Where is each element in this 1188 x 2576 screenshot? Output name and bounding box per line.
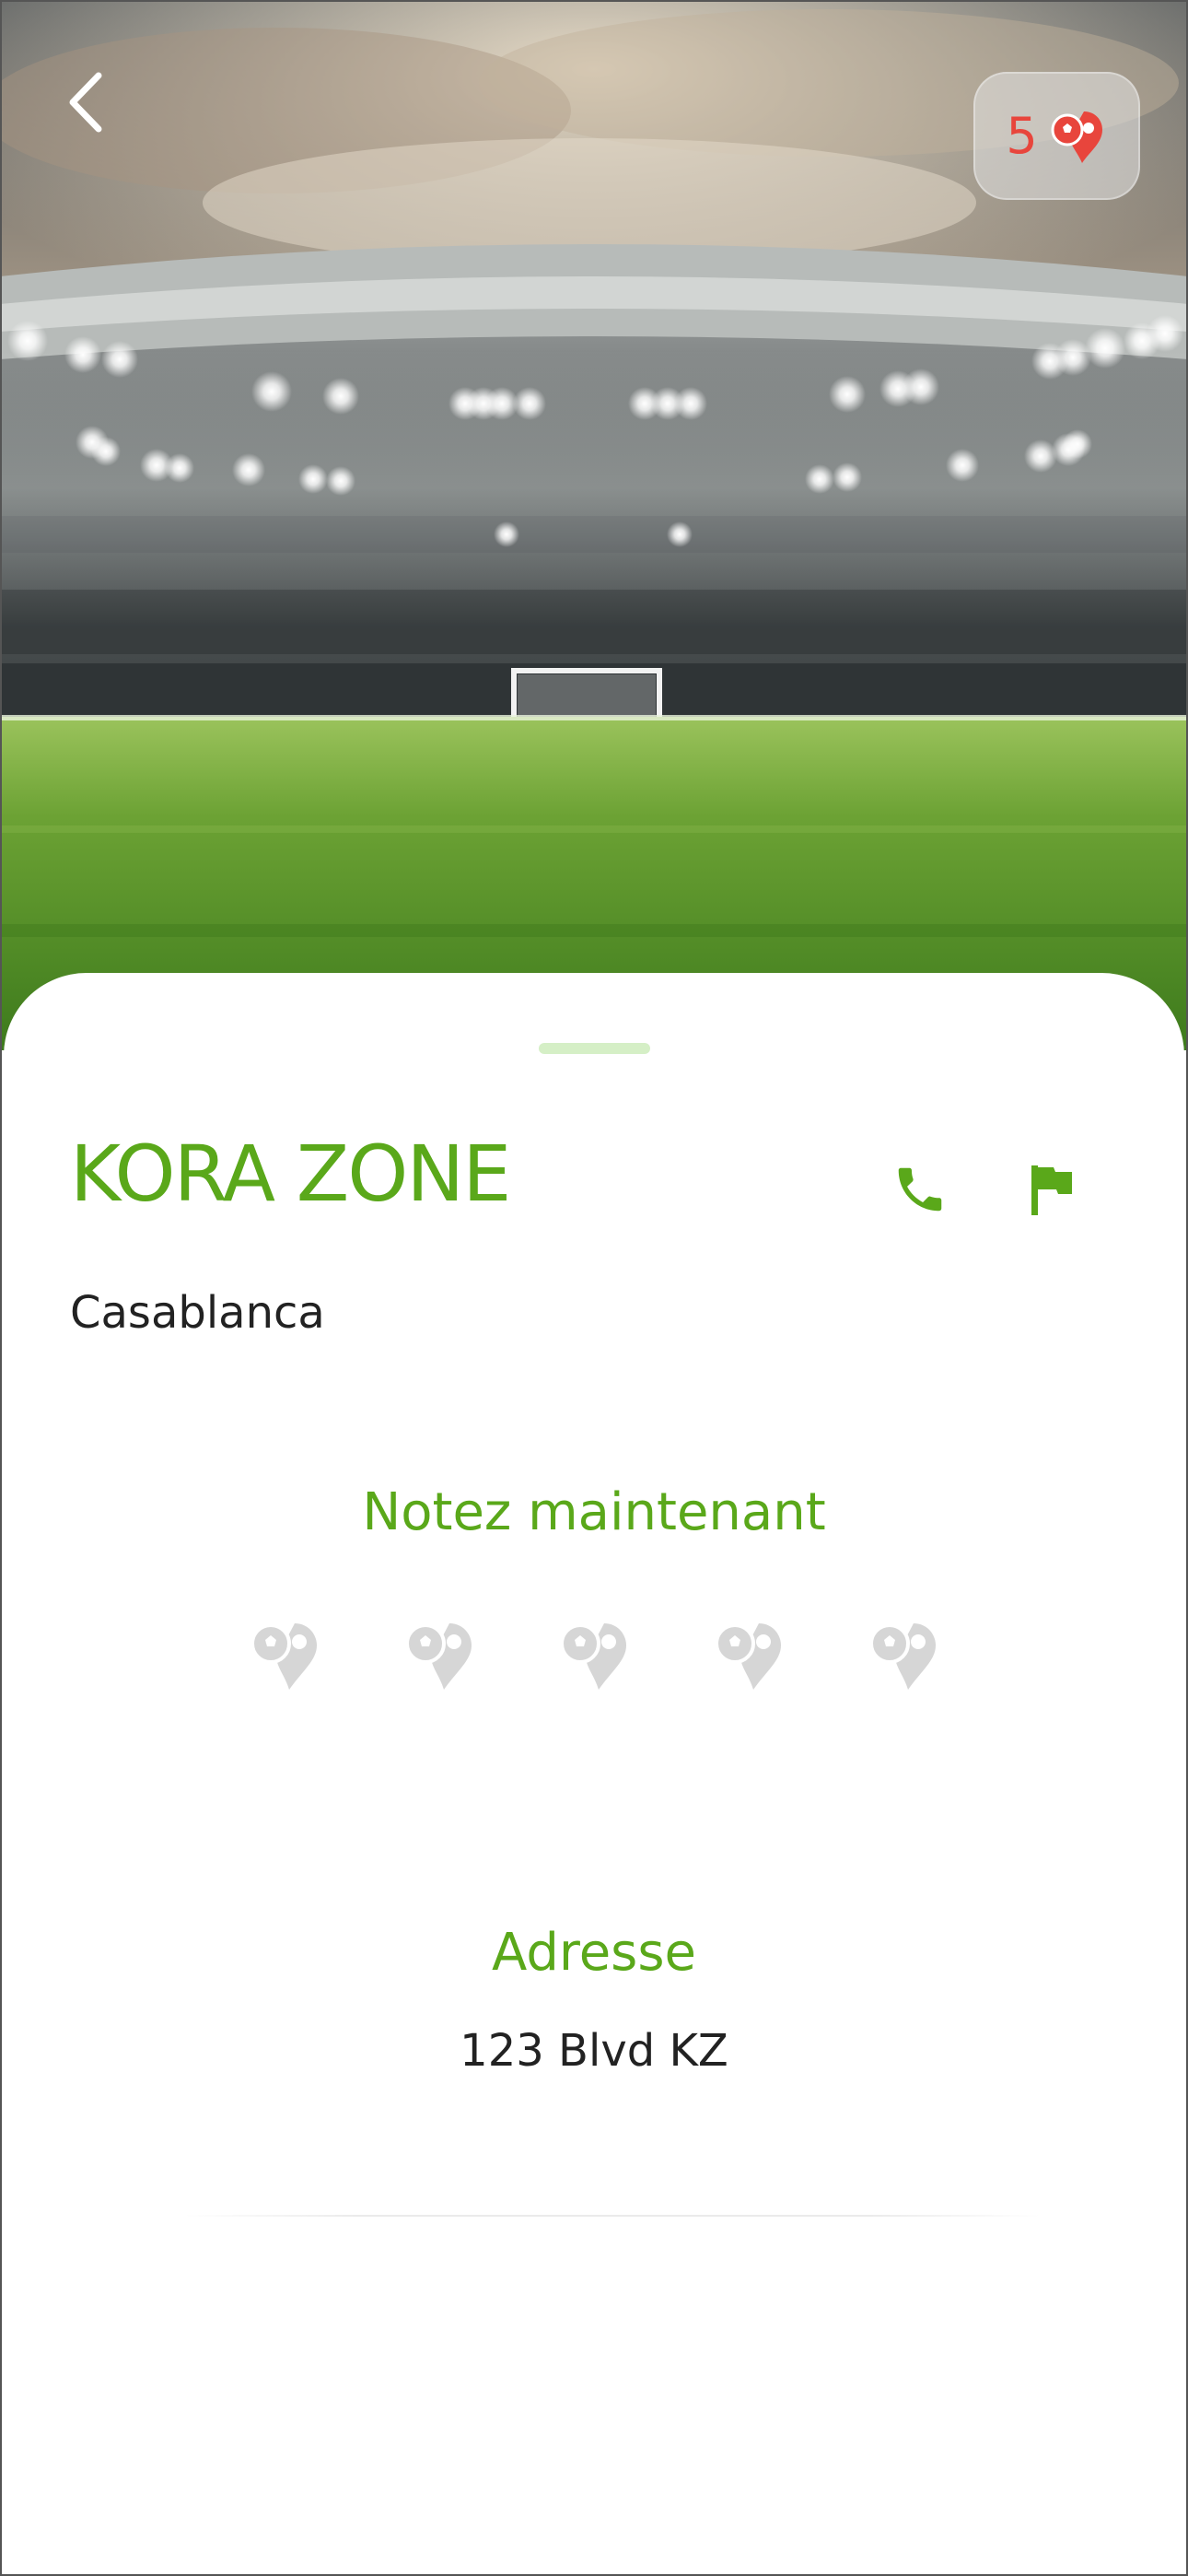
address-value: 123 Blvd KZ [460,2025,728,2077]
stadium-hero-image: 5 [0,0,1188,1050]
football-pin-icon [1051,111,1102,163]
football-pin-icon[interactable] [556,1618,632,1692]
chevron-left-icon [69,72,102,133]
football-pin-icon[interactable] [247,1618,322,1692]
rating-count: 5 [1006,106,1038,165]
back-button[interactable] [44,61,127,144]
flag-icon [1031,1165,1072,1215]
football-pin-icon[interactable] [711,1618,786,1692]
venue-name: KORA ZONE [70,1129,511,1219]
phone-icon [898,1167,942,1212]
venue-city: Casablanca [70,1287,325,1339]
venue-details-sheet: KORA ZONE Casablanca Notez maintenant Ad… [4,973,1184,2576]
divider [184,2215,1041,2217]
rate-now-label: Notez maintenant [362,1482,826,1542]
address-label: Adresse [492,1923,696,1983]
report-button[interactable] [1011,1148,1094,1231]
call-button[interactable] [879,1148,961,1231]
football-pin-icon[interactable] [402,1618,477,1692]
football-pin-icon[interactable] [866,1618,941,1692]
drag-handle[interactable] [539,1043,650,1054]
rating-input [4,1618,1184,1692]
rating-badge[interactable]: 5 [973,72,1140,200]
